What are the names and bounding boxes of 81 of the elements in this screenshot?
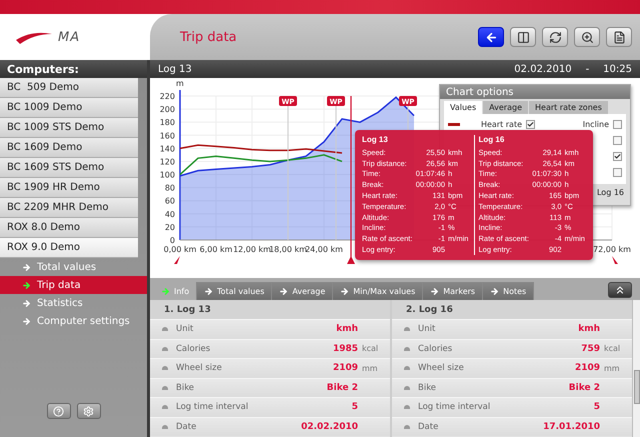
field-value: 5 (352, 402, 358, 412)
computer-item[interactable]: BC 1609 STS Demo (0, 158, 138, 178)
options-tab[interactable]: Heart rate zones (529, 101, 608, 114)
y-tick-label: 40 (164, 210, 175, 219)
field-unit: kcal (604, 344, 620, 354)
y-tick-label: 80 (164, 184, 175, 193)
separator: - (586, 64, 590, 74)
field-value: kmh (578, 324, 600, 334)
computer-item[interactable]: ROX 8.0 Demo (0, 218, 138, 238)
y-tick-label: 180 (160, 118, 175, 128)
field-label: Date (176, 422, 196, 432)
x-tick-label: 24,00 km (305, 245, 344, 254)
field-unit: kcal (362, 344, 378, 354)
y-tick-label: 120 (160, 157, 175, 166)
x-tick-label: 72,00 km (593, 245, 632, 254)
field-value: 2109 (574, 363, 600, 374)
field-value: 759 (581, 344, 600, 354)
log-time: 10:25 (603, 64, 632, 74)
field-label: Wheel size (176, 363, 222, 374)
field-label: Date (418, 422, 438, 432)
computer-item[interactable]: ROX 9.0 Demo (0, 238, 138, 258)
y-tick-label: 160 (160, 131, 175, 140)
field-label: Calories (176, 344, 210, 354)
panel-title: Chart options (440, 85, 630, 99)
field-value: 5 (594, 402, 600, 412)
x-tick-label: 18,00 km (269, 245, 308, 254)
log-name: Log 13 (158, 64, 193, 74)
field-value: 17.01.2010 (543, 422, 600, 432)
field-label: Bike (418, 382, 436, 393)
x-tick-label: 0,00 km (164, 245, 197, 254)
computer-item[interactable]: BC 1009 STS Demo (0, 118, 138, 138)
y-axis: 0 20 40 60 80 100 120 140 160 180 200 220 (160, 90, 181, 245)
field-value: kmh (336, 324, 358, 334)
computer-item[interactable]: BC 2209 MHR Demo (0, 198, 138, 218)
field-label: Log time interval (418, 402, 490, 412)
options-tab[interactable]: Values (444, 101, 482, 114)
tooltip-title: Log 13 (362, 135, 388, 144)
axis-unit: m (176, 79, 184, 88)
logo-text: MA (58, 30, 80, 44)
y-tick-label: 100 (160, 170, 175, 180)
y-tick-label: 200 (160, 105, 175, 114)
option-label: Incline (582, 120, 609, 128)
computer-item[interactable]: BC 509 Demo (0, 78, 138, 98)
x-tick-label: 12,00 km (233, 245, 272, 254)
y-tick-label: 140 (160, 144, 175, 154)
detail-tab[interactable]: Average (272, 282, 334, 300)
y-tick-label: 0 (170, 236, 175, 245)
field-value: 1985 (332, 344, 358, 354)
column-header: 2. Log 16 (392, 300, 632, 319)
log-date: 02.02.2010 (514, 64, 572, 74)
log-toggle[interactable]: Log 16 (590, 184, 630, 201)
computer-item[interactable]: BC 1909 HR Demo (0, 178, 138, 198)
y-tick-label: 220 (160, 92, 175, 101)
y-tick-label: 60 (164, 196, 175, 206)
detail-tab[interactable]: Min/Max values (333, 282, 424, 300)
nav-item[interactable]: Trip data (0, 276, 147, 294)
page-title: Trip data (180, 30, 238, 44)
field-label: Log time interval (176, 402, 248, 412)
computer-item[interactable]: BC 1009 Demo (0, 98, 138, 118)
tooltip-title: Log 16 (478, 135, 504, 144)
detail-tab[interactable]: Markers (423, 282, 484, 300)
field-value: 02.02.2010 (301, 422, 358, 432)
sidebar-title: Computers: (0, 60, 147, 78)
field-label: Wheel size (418, 363, 464, 374)
computer-item[interactable]: BC 1609 Demo (0, 138, 138, 158)
field-label: Calories (418, 344, 452, 354)
field-unit: mm (362, 364, 378, 373)
field-unit: mm (604, 364, 620, 373)
option-label: Heart rate (480, 120, 522, 128)
field-value: 2109 (332, 363, 358, 374)
field-label: Unit (176, 324, 194, 334)
column-header: 1. Log 13 (150, 300, 390, 319)
x-tick-label: 6,00 km (200, 245, 233, 254)
field-value: Bike 2 (568, 382, 600, 393)
field-value: Bike 2 (326, 382, 358, 393)
options-tab[interactable]: Average (483, 101, 528, 114)
field-label: Unit (418, 324, 436, 334)
detail-tab[interactable]: Total values (197, 282, 272, 300)
detail-tab[interactable]: Notes (483, 282, 534, 300)
field-label: Bike (176, 382, 194, 393)
y-tick-label: 20 (164, 222, 175, 232)
